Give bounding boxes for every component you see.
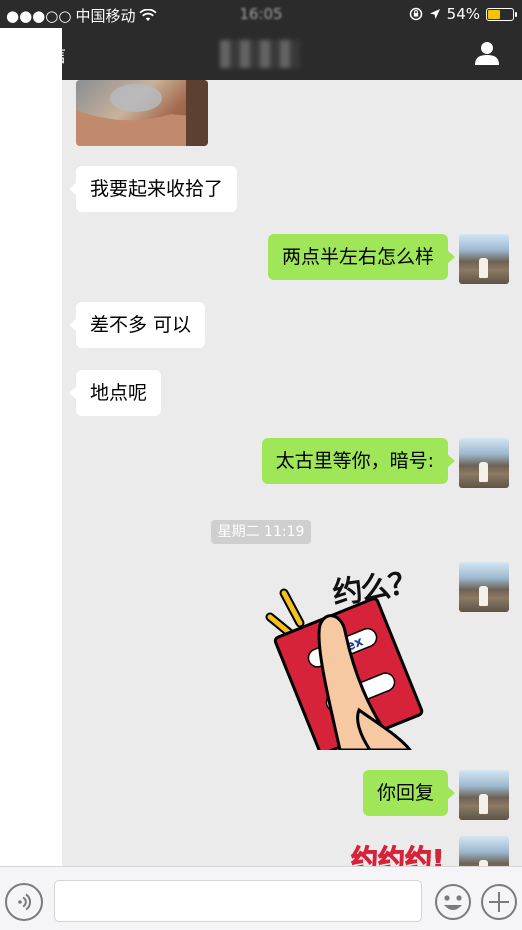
chat-area[interactable]: 我要起来收拾了 两点半左右怎么样 差不多 可以 地点呢 太古里等你，暗号: 星期… [62,80,522,866]
message-input-field[interactable] [54,880,422,922]
message-bubble-sent[interactable]: 太古里等你，暗号: [261,438,456,484]
received-photo[interactable] [76,80,208,146]
battery-percent: 54% [446,5,480,23]
contact-info-icon[interactable] [474,40,500,66]
message-bubble-sent[interactable]: 两点半左右怎么样 [267,234,456,280]
voice-input-button[interactable] [5,883,43,921]
location-arrow-icon [429,9,440,19]
input-toolbar [0,866,522,930]
message-timestamp: 星期二 11:19 [211,520,311,544]
chat-title-redacted [220,40,300,68]
my-avatar[interactable] [459,770,509,820]
my-avatar[interactable] [459,438,509,488]
sticker-caption[interactable]: 约约约! [350,838,444,867]
navigation-bar: 信 [0,28,522,80]
rotation-lock-icon [409,7,422,21]
sticker-message[interactable]: durex 约么？ [260,565,460,755]
battery-icon [486,7,517,21]
photo-content [76,80,208,146]
voice-icon [18,893,32,911]
status-bar: ●●●○○ 中国移动 16:05 54% [0,0,522,28]
my-avatar[interactable] [459,234,509,284]
message-bubble-received[interactable]: 地点呢 [68,370,162,416]
message-bubble-received[interactable]: 差不多 可以 [68,302,206,348]
side-panel-overlay [0,28,62,866]
message-bubble-sent[interactable]: 你回复 [362,770,456,816]
more-options-plus-icon[interactable] [480,883,518,921]
emoji-button-icon[interactable] [434,883,472,921]
my-avatar[interactable] [459,562,509,612]
message-bubble-received[interactable]: 我要起来收拾了 [68,166,238,212]
my-avatar[interactable] [459,836,509,866]
battery-fill [488,9,501,19]
